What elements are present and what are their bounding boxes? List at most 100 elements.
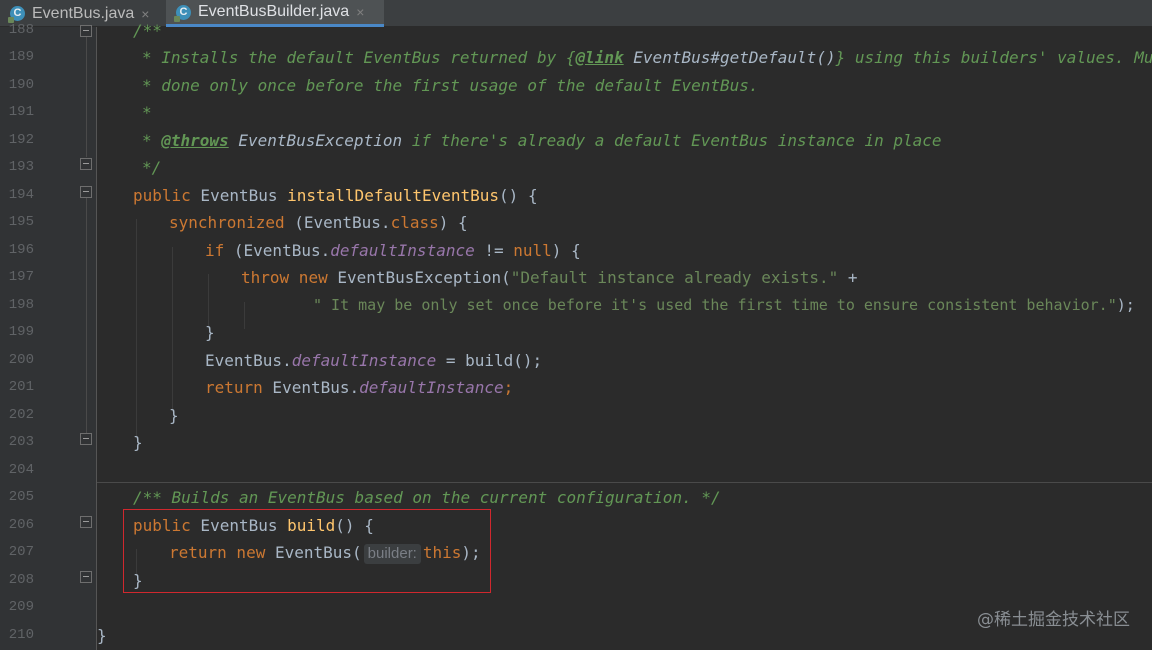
line-number: 205 — [8, 489, 34, 505]
indent-guide — [136, 219, 137, 439]
doc-comment: if there's already a default EventBus in… — [402, 131, 942, 150]
line-number: 208 — [8, 572, 34, 588]
method-name: installDefaultEventBus — [287, 186, 500, 205]
line-number: 209 — [8, 599, 34, 615]
doc-tag: @throws — [161, 131, 229, 150]
code-text: EventBus. — [262, 378, 360, 397]
editor-tab-bar: C EventBus.java × C EventBusBuilder.java… — [0, 0, 1152, 27]
code-line-203: } — [133, 429, 143, 457]
highlight-box — [123, 509, 491, 593]
watermark: @稀土掘金技术社区 — [977, 610, 1130, 630]
code-text: ); — [1116, 296, 1135, 314]
doc-comment: */ — [142, 158, 162, 177]
code-text: (EventBus. — [284, 213, 391, 232]
line-number: 189 — [8, 49, 34, 65]
doc-comment: * Installs the default EventBus returned… — [142, 48, 566, 67]
code-text: != — [474, 241, 514, 260]
line-number: 198 — [8, 297, 34, 313]
code-text: ) { — [551, 241, 581, 260]
code-text: EventBusException( — [327, 268, 511, 287]
doc-tag: @link — [575, 48, 624, 67]
code-line-198: " It may be only set once before it's us… — [313, 292, 1135, 320]
keyword: throw — [241, 268, 290, 287]
string-literal: "Default instance already exists." — [510, 268, 839, 287]
fold-guide-line — [86, 197, 87, 439]
code-text: ) { — [438, 213, 468, 232]
code-line-205: /** Builds an EventBus based on the curr… — [133, 484, 721, 512]
tab-label: EventBusBuilder.java — [198, 3, 350, 20]
line-number: 188 — [8, 22, 34, 38]
line-number: 193 — [8, 159, 34, 175]
indent-guide — [172, 247, 173, 412]
fold-marker-icon[interactable] — [80, 571, 92, 583]
code-line-201: return EventBus.defaultInstance; — [205, 374, 513, 402]
doc-reference: EventBus#getDefault() — [623, 48, 836, 67]
code-editor[interactable]: 188 189 190 191 192 193 194 195 196 197 … — [0, 21, 1152, 650]
fold-guide-line — [86, 27, 87, 157]
code-line-192: * @throws EventBusException if there's a… — [142, 127, 942, 155]
line-number: 197 — [8, 269, 34, 285]
line-number: 192 — [8, 132, 34, 148]
code-text: } — [169, 406, 179, 425]
code-text: } — [205, 323, 215, 342]
line-number: 206 — [8, 517, 34, 533]
keyword: new — [289, 268, 328, 287]
code-line-196: if (EventBus.defaultInstance != null) { — [205, 237, 581, 265]
keyword: return — [205, 378, 263, 397]
line-number: 195 — [8, 214, 34, 230]
line-number: 194 — [8, 187, 34, 203]
java-class-icon: C — [174, 4, 191, 22]
method-separator — [97, 482, 1152, 483]
code-text: () { — [499, 186, 538, 205]
code-line-197: throw new EventBusException("Default ins… — [241, 264, 858, 292]
fold-marker-icon[interactable] — [80, 25, 92, 37]
doc-comment: /** Builds an EventBus based on the curr… — [133, 488, 721, 507]
code-text: = build(); — [436, 351, 543, 370]
tab-eventbusbuilder-java[interactable]: C EventBusBuilder.java × — [166, 0, 384, 27]
doc-comment: * done only once before the first usage … — [142, 76, 759, 95]
indent-guide — [244, 302, 245, 329]
semicolon: ; — [503, 378, 514, 397]
line-number: 199 — [8, 324, 34, 340]
tab-label: EventBus.java — [32, 4, 135, 22]
code-text: } — [97, 626, 107, 645]
doc-comment: /** — [133, 21, 162, 40]
fold-marker-icon[interactable] — [80, 158, 92, 170]
keyword: public — [133, 186, 191, 205]
code-line-193: */ — [142, 154, 161, 182]
line-number: 201 — [8, 379, 34, 395]
fold-marker-icon[interactable] — [80, 186, 92, 198]
code-line-202: } — [169, 402, 179, 430]
doc-comment: } using this builders' values. Must be — [835, 48, 1152, 67]
line-number: 190 — [8, 77, 34, 93]
fold-marker-icon[interactable] — [80, 433, 92, 445]
code-line-194: public EventBus installDefaultEventBus()… — [133, 182, 538, 210]
line-number: 202 — [8, 407, 34, 423]
code-line-195: synchronized (EventBus.class) { — [169, 209, 468, 237]
doc-reference: EventBusException — [228, 131, 403, 150]
keyword: null — [513, 241, 552, 260]
line-number: 204 — [8, 462, 34, 478]
gutter-divider — [96, 27, 97, 650]
code-line-189: * Installs the default EventBus returned… — [142, 44, 1152, 72]
static-field: defaultInstance — [291, 351, 437, 370]
code-line-210: } — [97, 622, 107, 650]
close-icon[interactable]: × — [356, 4, 364, 20]
code-line-200: EventBus.defaultInstance = build(); — [205, 347, 542, 375]
doc-comment: * — [142, 103, 152, 122]
code-text: } — [133, 433, 143, 452]
line-number: 191 — [8, 104, 34, 120]
string-literal: " It may be only set once before it's us… — [313, 296, 1117, 314]
keyword: class — [390, 213, 439, 232]
line-number: 200 — [8, 352, 34, 368]
line-number: 207 — [8, 544, 34, 560]
static-field: defaultInstance — [330, 241, 475, 260]
code-line-190: * done only once before the first usage … — [142, 72, 759, 100]
code-text: + — [838, 268, 858, 287]
keyword: synchronized — [169, 213, 285, 232]
code-line-188: /** — [133, 17, 162, 45]
fold-marker-icon[interactable] — [80, 516, 92, 528]
line-number-gutter: 188 189 190 191 192 193 194 195 196 197 … — [0, 22, 97, 650]
static-field: defaultInstance — [359, 378, 504, 397]
code-line-191: * — [142, 99, 152, 127]
